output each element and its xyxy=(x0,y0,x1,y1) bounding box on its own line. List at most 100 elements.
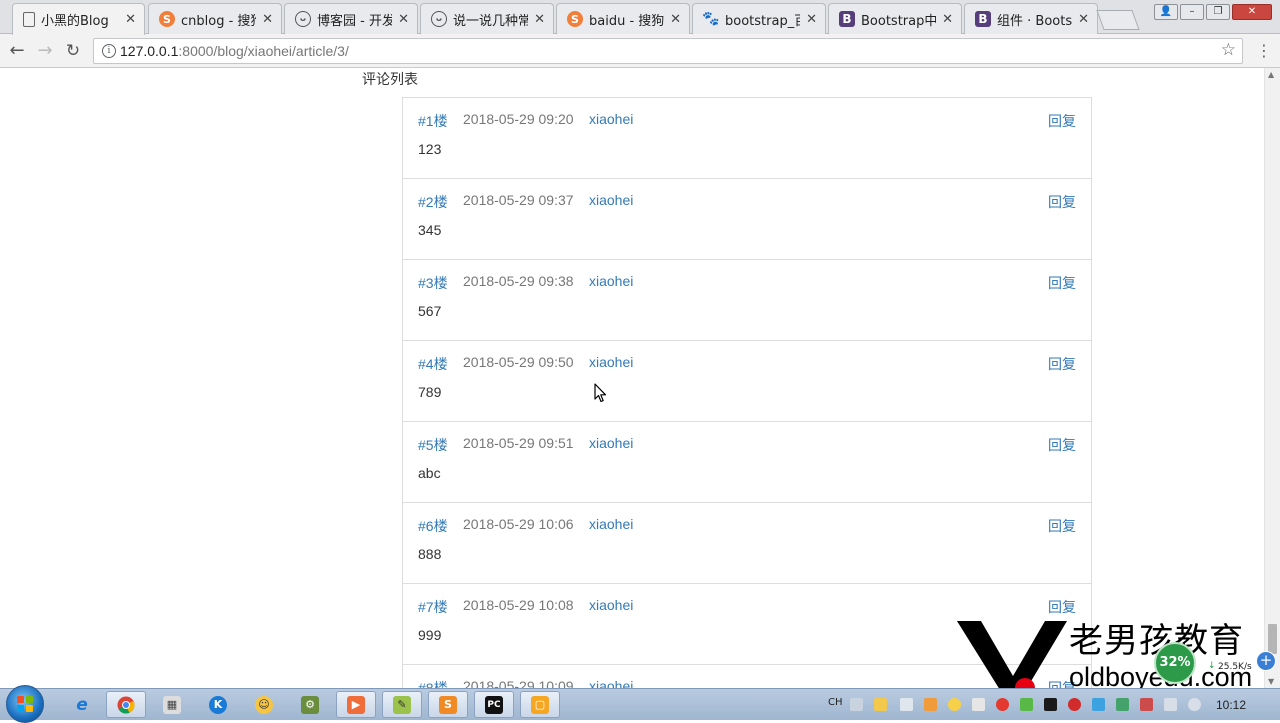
tab-bootstrap-cn[interactable]: B Bootstrap中文 ✕ xyxy=(828,3,962,34)
tray-app-icon[interactable] xyxy=(1020,698,1033,711)
tray-app-icon[interactable] xyxy=(1068,698,1081,711)
comment-user-link[interactable]: xiaohei xyxy=(589,678,633,688)
message-icon[interactable]: ▢ xyxy=(520,691,560,718)
network-speed-widget[interactable]: 32% ↓ 25.5K/s + xyxy=(1152,640,1276,684)
comment-floor-link[interactable]: #7楼 xyxy=(418,597,448,617)
back-icon[interactable]: ← xyxy=(6,40,28,62)
tray-app-icon[interactable] xyxy=(948,698,961,711)
volume-icon[interactable] xyxy=(1188,698,1201,711)
minimize-button[interactable]: – xyxy=(1180,4,1204,20)
language-indicator[interactable]: CH xyxy=(828,697,843,708)
close-icon[interactable]: ✕ xyxy=(398,12,409,27)
comment-floor-link[interactable]: #2楼 xyxy=(418,192,448,212)
comment-text: abc xyxy=(418,465,441,481)
menu-icon[interactable]: ⋮ xyxy=(1256,42,1272,60)
comment-user-link[interactable]: xiaohei xyxy=(589,192,633,208)
tab-xiaohei-blog[interactable]: 小黑的Blog ✕ xyxy=(12,3,145,35)
reply-link[interactable]: 回复 xyxy=(1048,678,1076,688)
comment-floor-link[interactable]: #6楼 xyxy=(418,516,448,536)
comment-floor-link[interactable]: #5楼 xyxy=(418,435,448,455)
comment-user-link[interactable]: xiaohei xyxy=(589,597,633,613)
comment-floor-link[interactable]: #1楼 xyxy=(418,111,448,131)
reply-link[interactable]: 回复 xyxy=(1048,516,1076,536)
comment-floor-link[interactable]: #4楼 xyxy=(418,354,448,374)
reload-icon[interactable]: ↻ xyxy=(62,40,84,62)
tab-cnblogs-dev[interactable]: ᴗ 博客园 - 开发 ✕ xyxy=(284,3,418,34)
reply-link[interactable]: 回复 xyxy=(1048,273,1076,293)
start-button[interactable] xyxy=(6,685,44,723)
download-arrow-icon: ↓ xyxy=(1208,661,1216,671)
star-icon[interactable]: ☆ xyxy=(1221,40,1236,60)
comment-item: #6楼 2018-05-29 10:06 xiaohei 回复 888 xyxy=(403,503,1091,584)
forward-icon[interactable]: → xyxy=(34,40,56,62)
comment-user-link[interactable]: xiaohei xyxy=(589,435,633,451)
tab-cnblogs-article[interactable]: ᴗ 说一说几种常 ✕ xyxy=(420,3,554,34)
comment-user-link[interactable]: xiaohei xyxy=(589,516,633,532)
clock[interactable]: 10:12 xyxy=(1216,698,1246,712)
reply-link[interactable]: 回复 xyxy=(1048,111,1076,131)
close-icon[interactable]: ✕ xyxy=(806,12,817,27)
address-bar[interactable]: i 127.0.0.1:8000/blog/xiaohei/article/3/… xyxy=(93,38,1243,64)
browser-tab-strip: 小黑的Blog ✕ S cnblog - 搜狗 ✕ ᴗ 博客园 - 开发 ✕ ᴗ… xyxy=(0,0,1280,35)
close-icon[interactable]: ✕ xyxy=(942,12,953,27)
keyboard-icon[interactable] xyxy=(850,698,863,711)
explorer-icon[interactable]: ▦ xyxy=(152,691,192,718)
tray-app-icon[interactable] xyxy=(1116,698,1129,711)
system-tray: CH xyxy=(820,689,1220,721)
tab-bootstrap-components[interactable]: B 组件 · Bootstr ✕ xyxy=(964,3,1098,34)
media-icon[interactable]: ▶ xyxy=(336,691,376,718)
plus-icon[interactable]: + xyxy=(1256,651,1276,671)
notepad-icon[interactable]: ✎ xyxy=(382,691,422,718)
tray-app-icon[interactable] xyxy=(924,698,937,711)
reply-link[interactable]: 回复 xyxy=(1048,354,1076,374)
network-icon[interactable] xyxy=(1140,698,1153,711)
comment-item: #1楼 2018-05-29 09:20 xiaohei 回复 123 xyxy=(403,98,1091,179)
info-icon[interactable]: i xyxy=(102,44,116,58)
tab-baidu-sogou[interactable]: S baidu - 搜狗搜 ✕ xyxy=(556,3,690,34)
comment-user-link[interactable]: xiaohei xyxy=(589,273,633,289)
reply-link[interactable]: 回复 xyxy=(1048,435,1076,455)
pycharm-icon[interactable]: PC xyxy=(474,691,514,718)
url-host: 127.0.0.1 xyxy=(120,43,179,59)
qq-pet-icon[interactable]: ☺ xyxy=(244,691,284,718)
user-icon[interactable]: 👤 xyxy=(1154,4,1178,20)
scroll-up-icon[interactable]: ▲ xyxy=(1268,70,1274,79)
close-icon[interactable]: ✕ xyxy=(262,12,273,27)
close-icon[interactable]: ✕ xyxy=(670,12,681,27)
restore-button[interactable]: ❐ xyxy=(1206,4,1230,20)
tab-bootstrap-baike[interactable]: 🐾 bootstrap_百 ✕ xyxy=(692,3,826,34)
chrome-icon[interactable] xyxy=(106,691,146,718)
tray-app-icon[interactable] xyxy=(972,698,985,711)
record-icon[interactable] xyxy=(996,698,1009,711)
windows-logo-icon xyxy=(17,696,33,712)
comment-user-link[interactable]: xiaohei xyxy=(589,111,633,127)
close-icon[interactable]: ✕ xyxy=(1078,12,1089,27)
close-icon[interactable]: ✕ xyxy=(125,12,136,27)
tray-app-icon[interactable] xyxy=(900,698,913,711)
flag-icon[interactable] xyxy=(1164,698,1177,711)
kugou-icon[interactable]: K xyxy=(198,691,238,718)
page-scrollbar[interactable]: ▲ ▼ xyxy=(1264,68,1280,688)
new-tab-button[interactable] xyxy=(1096,10,1140,30)
tray-app-icon[interactable] xyxy=(1092,698,1105,711)
tab-title: bootstrap_百 xyxy=(725,13,801,29)
comment-time: 2018-05-29 09:50 xyxy=(463,354,574,370)
url-text[interactable]: 127.0.0.1:8000/blog/xiaohei/article/3/ xyxy=(120,43,349,59)
network-speed: 25.5K/s xyxy=(1218,662,1252,672)
qq-icon[interactable] xyxy=(1044,698,1057,711)
tab-cnblog-sogou[interactable]: S cnblog - 搜狗 ✕ xyxy=(148,3,282,34)
comment-floor-link[interactable]: #8楼 xyxy=(418,678,448,688)
close-icon[interactable]: ✕ xyxy=(534,12,545,27)
window-close-button[interactable]: ✕ xyxy=(1232,4,1272,20)
ie-icon[interactable]: e xyxy=(62,691,102,718)
comment-text: 888 xyxy=(418,546,442,562)
tray-app-icon[interactable] xyxy=(874,698,887,711)
comment-user-link[interactable]: xiaohei xyxy=(589,354,633,370)
comment-item: #5楼 2018-05-29 09:51 xiaohei 回复 abc xyxy=(403,422,1091,503)
reply-link[interactable]: 回复 xyxy=(1048,597,1076,617)
tools-icon[interactable]: ⚙ xyxy=(290,691,330,718)
reply-link[interactable]: 回复 xyxy=(1048,192,1076,212)
comment-floor-link[interactable]: #3楼 xyxy=(418,273,448,293)
sublime-icon[interactable]: S xyxy=(428,691,468,718)
cnblogs-icon: ᴗ xyxy=(431,11,447,27)
